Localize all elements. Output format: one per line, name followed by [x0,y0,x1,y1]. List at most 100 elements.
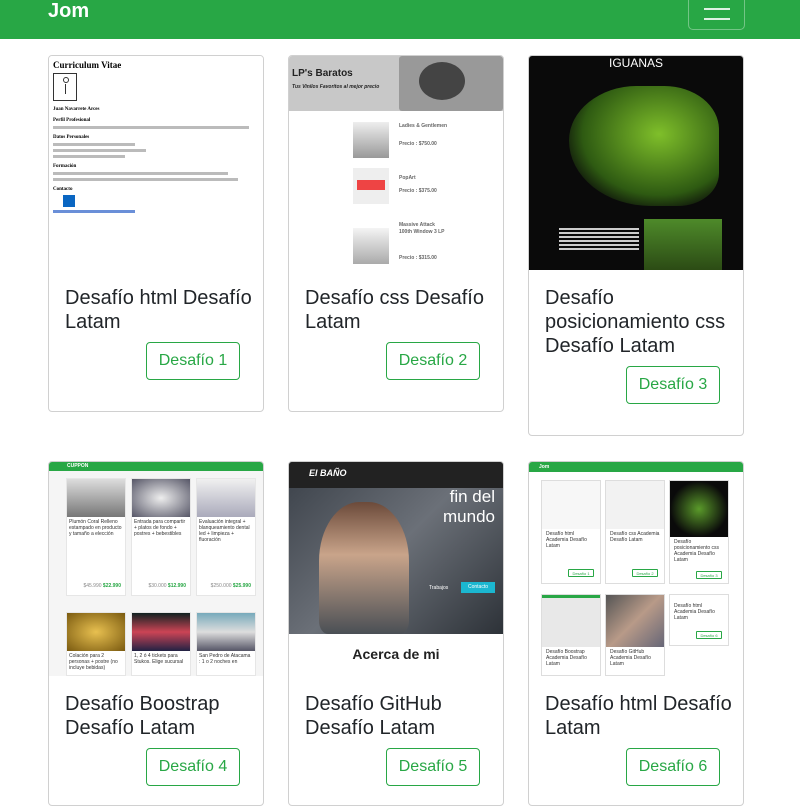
album-price: Precio : $375.00 [399,188,437,194]
card-thumbnail-iguanas[interactable]: IGUANAS [529,56,743,270]
deal-text: 1, 2 ó 4 tickets para Stukos. Elige sucu… [134,653,184,665]
thumb-heading: LP's Baratos [292,68,353,79]
thumb-navbar: Jom [529,462,743,472]
mini-card-title: Desafío css Academia Desafío Latam [610,531,660,543]
desafio-3-button[interactable]: Desafío 3 [626,366,720,404]
deal-card: Colación para 2 personas + postre (no in… [66,612,126,676]
project-card-6: Jom Desafío html Academia Desafío Latam … [528,461,744,806]
desafio-4-button[interactable]: Desafío 4 [146,748,240,786]
thumb-brand: Jom [539,464,550,470]
card-title: Desafío posicionamiento css Desafío Lata… [545,287,726,357]
desafio-2-button[interactable]: Desafío 2 [386,342,480,380]
mini-card: Desafío posicionamiento css Academia Des… [669,480,729,584]
about-heading: Acerca de mi [352,646,440,662]
thumb-heading: IGUANAS [608,56,663,70]
mini-card: Desafío GitHub Academia Desafío Latam [605,594,665,676]
card-title: Desafío html Desafío Latam [545,693,732,739]
thumb-section: Contacto [53,187,73,192]
project-card-4: CUPPON Plumón Coral Relleno estampado en… [48,461,264,806]
mini-card-title: Desafío html Academia Desafío Latam [546,531,587,549]
mini-card-button: Desafío 6 [696,631,722,639]
thumb-name: Juan Navarrete Arces [53,107,100,112]
deal-text: Plumón Coral Relleno estampado en produc… [69,519,122,537]
project-card-3: IGUANAS Desafío posicionamiento css Desa… [528,55,744,436]
album-price: Precio : $750.00 [399,141,437,147]
text-line [53,149,146,152]
project-card-2: LP's Baratos Tus Vinilos Favoritos al me… [288,55,504,412]
card-title: Desafío html Desafío Latam [65,287,252,333]
project-card-5: El BAÑO fin del mundo Trabajos Contacto … [288,461,504,806]
desafio-5-button[interactable]: Desafío 5 [386,748,480,786]
thumb-section: Perfil Profesional [53,118,91,123]
hamburger-icon-bar [704,18,730,20]
thumb-navbar: CUPPON [49,462,263,471]
navbar-toggler-button[interactable] [688,0,745,30]
brand-link[interactable]: Jom [48,0,89,22]
card-thumbnail-lps[interactable]: LP's Baratos Tus Vinilos Favoritos al me… [289,56,503,270]
mini-card: Desafío html Academia Desafío Latam Desa… [669,594,729,646]
mini-card-title: Desafío Boostrap Academia Desafío Latam [546,649,587,667]
deal-card: 1, 2 ó 4 tickets para Stukos. Elige sucu… [131,612,191,676]
mini-card-button: Desafío 2 [632,569,658,577]
album-name: Massive Attack 100th Window 3 LP [399,222,445,235]
text-block [559,226,639,266]
deal-card: Entrada para compartir + platos de fondo… [131,478,191,596]
deal-price: $250.000 $25.990 [210,583,251,589]
text-line [53,178,239,181]
contacto-button[interactable]: Contacto [461,582,495,593]
album-name: PopArt [399,175,416,181]
desafio-1-button[interactable]: Desafío 1 [146,342,240,380]
card-thumbnail-github[interactable]: El BAÑO fin del mundo Trabajos Contacto … [289,462,503,676]
card-title: Desafío GitHub Desafío Latam [305,693,442,739]
card-thumbnail-jom[interactable]: Jom Desafío html Academia Desafío Latam … [529,462,743,676]
album-cover-1 [353,122,389,158]
deal-text: Colación para 2 personas + postre (no in… [69,653,118,671]
thumb-logo: El BAÑO [309,468,347,478]
deal-card: San Pedro de Atacama : 1 o 2 noches en [196,612,256,676]
person-figure-icon [53,73,77,101]
mini-card-button: Desafío 1 [568,569,594,577]
album-cover-2 [353,168,389,204]
trabajos-button[interactable]: Trabajos [429,585,448,591]
mini-card: Desafío Boostrap Academia Desafío Latam [541,594,601,676]
thumb-subheading: Tus Vinilos Favoritos al mejor precio [292,84,380,90]
mini-card-title: Desafío GitHub Academia Desafío Latam [610,649,651,667]
deal-text: Entrada para compartir + platos de fondo… [134,519,186,537]
text-line [53,143,136,146]
iguana-small-image [644,219,722,270]
deal-card: Plumón Coral Relleno estampado en produc… [66,478,126,596]
thumb-navbar: El BAÑO [289,462,503,488]
album-price: Precio : $315.00 [399,255,437,261]
card-thumbnail-cuppon[interactable]: CUPPON Plumón Coral Relleno estampado en… [49,462,263,676]
text-line [53,126,249,129]
thumb-heading: Curriculum Vitae [53,60,122,70]
text-line [53,155,126,158]
mini-card: Desafío css Academia Desafío Latam Desaf… [605,480,665,584]
project-card-1: Curriculum Vitae Juan Navarrete Arces Pe… [48,55,264,412]
mini-card-button: Desafío 3 [696,571,722,579]
text-line [53,172,229,175]
hero-text: fin del mundo [443,487,495,526]
iguana-image [569,86,719,206]
album-name: Ladies & Gentlemen [399,123,448,129]
card-title: Desafío css Desafío Latam [305,287,484,333]
album-cover-3 [353,228,389,264]
text-line [53,210,136,213]
thumb-section: Formación [53,164,77,169]
hamburger-icon-bar [704,8,730,10]
navbar: Jom [0,0,800,39]
deal-price: $45.990 $22.990 [83,583,121,589]
deal-text: San Pedro de Atacama : 1 o 2 noches en [199,653,251,665]
turntable-icon [399,56,503,111]
deal-text: Evaluación integral + blanqueamiento den… [199,519,250,543]
card-title: Desafío Boostrap Desafío Latam [65,693,220,739]
mini-card-title: Desafío posicionamiento css Academia Des… [674,539,720,563]
desafio-6-button[interactable]: Desafío 6 [626,748,720,786]
deal-price: $30.000 $12.990 [148,583,186,589]
card-thumbnail-cv[interactable]: Curriculum Vitae Juan Navarrete Arces Pe… [49,56,263,270]
thumb-brand: CUPPON [67,463,89,469]
mini-card-title: Desafío html Academia Desafío Latam [674,603,715,621]
deal-card: Evaluación integral + blanqueamiento den… [196,478,256,596]
mini-card: Desafío html Academia Desafío Latam Desa… [541,480,601,584]
linkedin-icon[interactable] [63,195,75,207]
